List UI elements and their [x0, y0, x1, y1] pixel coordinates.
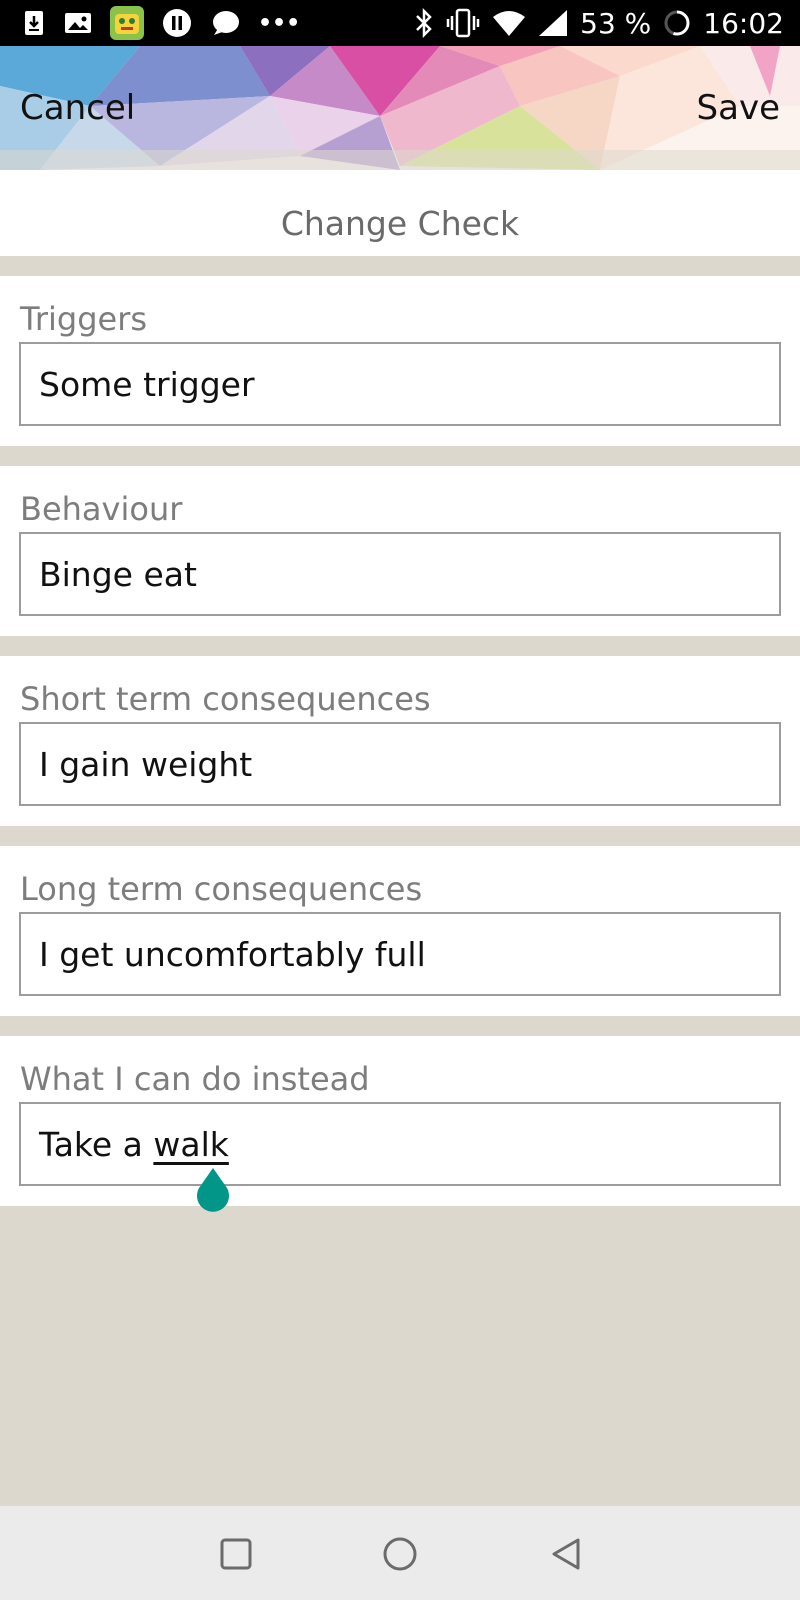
instead-field-text: Take a — [39, 1124, 154, 1164]
more-icon: ••• — [258, 10, 301, 36]
save-button[interactable]: Save — [697, 88, 780, 128]
screen: ••• 53 % 16:02 Cancel Save Change Check … — [0, 0, 800, 1600]
image-icon — [64, 11, 92, 35]
back-icon[interactable] — [546, 1534, 586, 1574]
triggers-label: Triggers — [20, 300, 148, 338]
header: Cancel Save — [0, 46, 800, 170]
clock: 16:02 — [703, 6, 784, 40]
download-icon — [22, 9, 46, 37]
pause-icon — [162, 8, 192, 38]
behaviour-field[interactable]: Binge eat — [19, 532, 781, 616]
triggers-field[interactable]: Some trigger — [19, 342, 781, 426]
section-instead: What I can do instead Take a walk — [0, 1036, 800, 1206]
short-term-label: Short term consequences — [20, 680, 431, 718]
short-term-field[interactable]: I gain weight — [19, 722, 781, 806]
vibrate-icon — [446, 8, 480, 38]
battery-icon — [663, 9, 691, 37]
navigation-bar — [0, 1506, 800, 1600]
long-term-field[interactable]: I get uncomfortably full — [19, 912, 781, 996]
app-icon — [110, 6, 144, 40]
page-title: Change Check — [280, 203, 520, 243]
cancel-button[interactable]: Cancel — [20, 88, 135, 128]
section-behaviour: Behaviour Binge eat — [0, 466, 800, 636]
section-short-term: Short term consequences I gain weight — [0, 656, 800, 826]
status-bar: ••• 53 % 16:02 — [0, 0, 800, 46]
home-icon[interactable] — [380, 1534, 420, 1574]
signal-icon — [538, 9, 568, 37]
instead-label: What I can do instead — [20, 1060, 370, 1098]
wifi-icon — [492, 9, 526, 37]
text-cursor-handle[interactable] — [193, 1168, 233, 1214]
behaviour-label: Behaviour — [20, 490, 183, 528]
bluetooth-icon — [414, 8, 434, 38]
section-long-term: Long term consequences I get uncomfortab… — [0, 846, 800, 1016]
section-triggers: Triggers Some trigger — [0, 276, 800, 446]
battery-percent: 53 % — [580, 6, 652, 40]
instead-field-composing-word: walk — [153, 1124, 229, 1164]
chat-icon — [210, 9, 240, 37]
title-block: Change Check — [0, 170, 800, 256]
long-term-label: Long term consequences — [20, 870, 423, 908]
instead-field[interactable]: Take a walk — [19, 1102, 781, 1186]
recents-icon[interactable] — [216, 1534, 256, 1574]
